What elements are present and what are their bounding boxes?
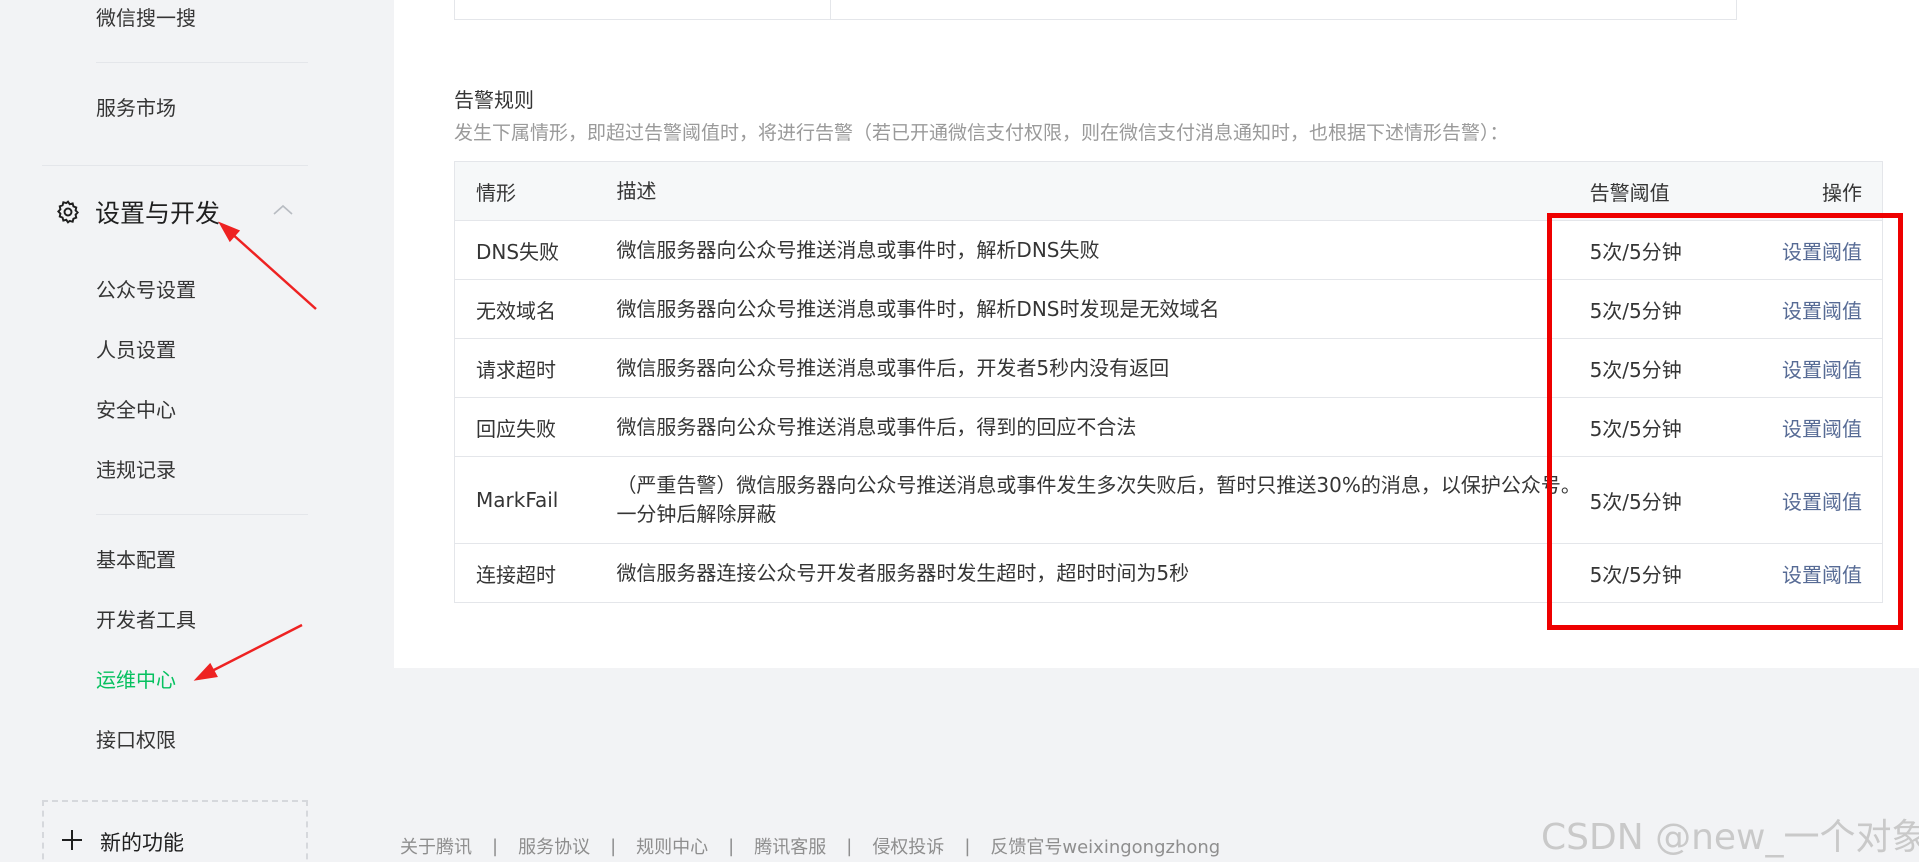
sidebar-item-api-permissions[interactable]: 接口权限 [96, 727, 176, 753]
footer-link-service-agreement[interactable]: 服务协议 [518, 833, 590, 859]
new-feature-button[interactable]: 新的功能 [42, 800, 308, 862]
previous-table-edge [454, 0, 1737, 20]
row-case: DNS失败 [454, 220, 617, 280]
footer-separator: | [846, 835, 853, 857]
watermark: CSDN @new_一个对象 [1541, 817, 1919, 858]
sidebar-divider [42, 165, 308, 166]
section-settings-dev[interactable]: 设置与开发 [55, 195, 220, 229]
sidebar-item-account-settings[interactable]: 公众号设置 [96, 277, 196, 303]
row-description: 微信服务器向公众号推送消息或事件后，开发者5秒内没有返回 [616, 338, 1590, 398]
row-case: 回应失败 [454, 397, 617, 457]
red-highlight-box [1547, 213, 1903, 630]
row-description: 微信服务器向公众号推送消息或事件时，解析DNS失败 [616, 220, 1590, 280]
row-description: 微信服务器向公众号推送消息或事件时，解析DNS时发现是无效域名 [616, 279, 1590, 339]
table-header-row: 情形 描述 告警阈值 操作 [454, 161, 1883, 221]
footer-link-infringement[interactable]: 侵权投诉 [872, 833, 944, 859]
table-column-separator [830, 0, 831, 20]
row-description: 微信服务器连接公众号开发者服务器时发生超时，超时时间为5秒 [616, 543, 1590, 603]
sidebar-item-ops-center[interactable]: 运维中心 [96, 667, 176, 693]
plus-icon [62, 830, 82, 850]
column-header-action: 操作 [1747, 161, 1883, 221]
footer-separator: | [492, 835, 499, 857]
footer-link-about[interactable]: 关于腾讯 [400, 833, 472, 859]
column-header-threshold: 告警阈值 [1589, 161, 1748, 221]
sidebar-item-dev-tools[interactable]: 开发者工具 [96, 607, 196, 633]
sidebar-item-basic-config[interactable]: 基本配置 [96, 547, 176, 573]
sidebar: 微信搜一搜 服务市场 设置与开发 公众号设置 人员设置 安全中心 违规记录 基本… [0, 0, 330, 862]
row-case: 连接超时 [454, 543, 617, 603]
row-description: （严重告警）微信服务器向公众号推送消息或事件发生多次失败后，暂时只推送30%的消… [616, 456, 1590, 544]
chevron-up-icon[interactable] [270, 200, 296, 220]
row-case: 无效域名 [454, 279, 617, 339]
sidebar-item-weixin-search[interactable]: 微信搜一搜 [96, 5, 196, 31]
sidebar-divider [96, 514, 308, 515]
footer-link-customer-service[interactable]: 腾讯客服 [754, 833, 826, 859]
footer-link-rules-center[interactable]: 规则中心 [636, 833, 708, 859]
alert-rules-title: 告警规则 [454, 88, 534, 112]
alert-rules-description: 发生下属情形，即超过告警阈值时，将进行告警（若已开通微信支付权限，则在微信支付消… [454, 122, 1509, 144]
sidebar-item-violations[interactable]: 违规记录 [96, 457, 176, 483]
gear-icon [57, 200, 79, 224]
new-feature-label: 新的功能 [100, 831, 184, 855]
sidebar-item-member-settings[interactable]: 人员设置 [96, 337, 176, 363]
row-case: 请求超时 [454, 338, 617, 398]
sidebar-item-security-center[interactable]: 安全中心 [96, 397, 176, 423]
sidebar-item-service-market[interactable]: 服务市场 [96, 95, 176, 121]
column-header-case: 情形 [454, 161, 617, 221]
footer-link-feedback-account[interactable]: 反馈官号weixingongzhong [990, 833, 1220, 859]
footer-separator: | [964, 835, 971, 857]
sidebar-divider [96, 62, 308, 63]
footer-separator: | [728, 835, 735, 857]
section-title: 设置与开发 [95, 199, 221, 228]
row-case: MarkFail [454, 456, 617, 544]
footer-separator: | [610, 835, 617, 857]
footer: 关于腾讯 | 服务协议 | 规则中心 | 腾讯客服 | 侵权投诉 | 反馈官号w… [400, 833, 1220, 859]
column-header-description: 描述 [616, 161, 1590, 221]
row-description: 微信服务器向公众号推送消息或事件后，得到的回应不合法 [616, 397, 1590, 457]
